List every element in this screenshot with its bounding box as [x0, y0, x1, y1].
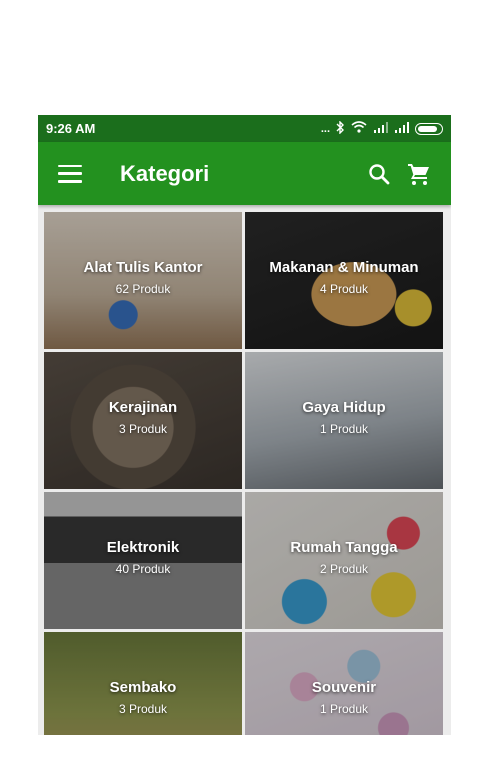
bluetooth-icon — [336, 119, 345, 137]
category-tile-rumah-tangga[interactable]: Rumah Tangga 2 Produk — [245, 492, 443, 629]
category-grid: Alat Tulis Kantor 62 Produk Makanan & Mi… — [38, 205, 451, 735]
category-count: 62 Produk — [115, 282, 171, 296]
category-tile-kerajinan[interactable]: Kerajinan 3 Produk — [44, 352, 242, 489]
category-tile-gaya-hidup[interactable]: Gaya Hidup 1 Produk — [245, 352, 443, 489]
menu-icon[interactable] — [58, 164, 82, 183]
category-tile-souvenir[interactable]: Souvenir 1 Produk — [245, 632, 443, 735]
category-name: Gaya Hidup — [302, 399, 386, 416]
more-dots: ... — [320, 122, 330, 135]
category-count: 40 Produk — [115, 562, 171, 576]
signal-icon-2 — [394, 121, 409, 136]
category-name: Kerajinan — [108, 399, 178, 416]
category-tile-elektronik[interactable]: Elektronik 40 Produk — [44, 492, 242, 629]
category-tile-sembako[interactable]: Sembako 3 Produk — [44, 632, 242, 735]
category-tile-makanan-minuman[interactable]: Makanan & Minuman 4 Produk — [245, 212, 443, 349]
search-icon — [369, 163, 390, 184]
category-name: Sembako — [109, 679, 177, 696]
battery-icon — [415, 122, 443, 135]
category-count: 2 Produk — [319, 562, 369, 576]
status-icons: ... — [320, 119, 443, 137]
cart-icon — [408, 163, 429, 185]
category-name: Makanan & Minuman — [269, 259, 419, 276]
app-bar: Kategori — [38, 142, 451, 205]
search-button[interactable] — [359, 154, 399, 194]
category-name: Souvenir — [311, 679, 377, 696]
category-count: 1 Produk — [319, 702, 369, 716]
category-name: Elektronik — [106, 539, 180, 556]
category-count: 1 Produk — [319, 422, 369, 436]
status-time: 9:26 AM — [46, 121, 96, 136]
category-name: Alat Tulis Kantor — [83, 259, 203, 276]
category-name: Rumah Tangga — [290, 539, 398, 556]
phone-screen: 9:26 AM ... Kategori Alat Tulis Kantor 6… — [38, 115, 451, 735]
status-bar: 9:26 AM ... — [38, 115, 451, 142]
category-tile-alat-tulis-kantor[interactable]: Alat Tulis Kantor 62 Produk — [44, 212, 242, 349]
category-count: 3 Produk — [118, 702, 168, 716]
wifi-icon — [351, 121, 367, 136]
category-count: 4 Produk — [319, 282, 369, 296]
category-count: 3 Produk — [118, 422, 168, 436]
signal-icon — [373, 121, 388, 136]
cart-button[interactable] — [399, 154, 439, 194]
page-title: Kategori — [120, 160, 210, 186]
